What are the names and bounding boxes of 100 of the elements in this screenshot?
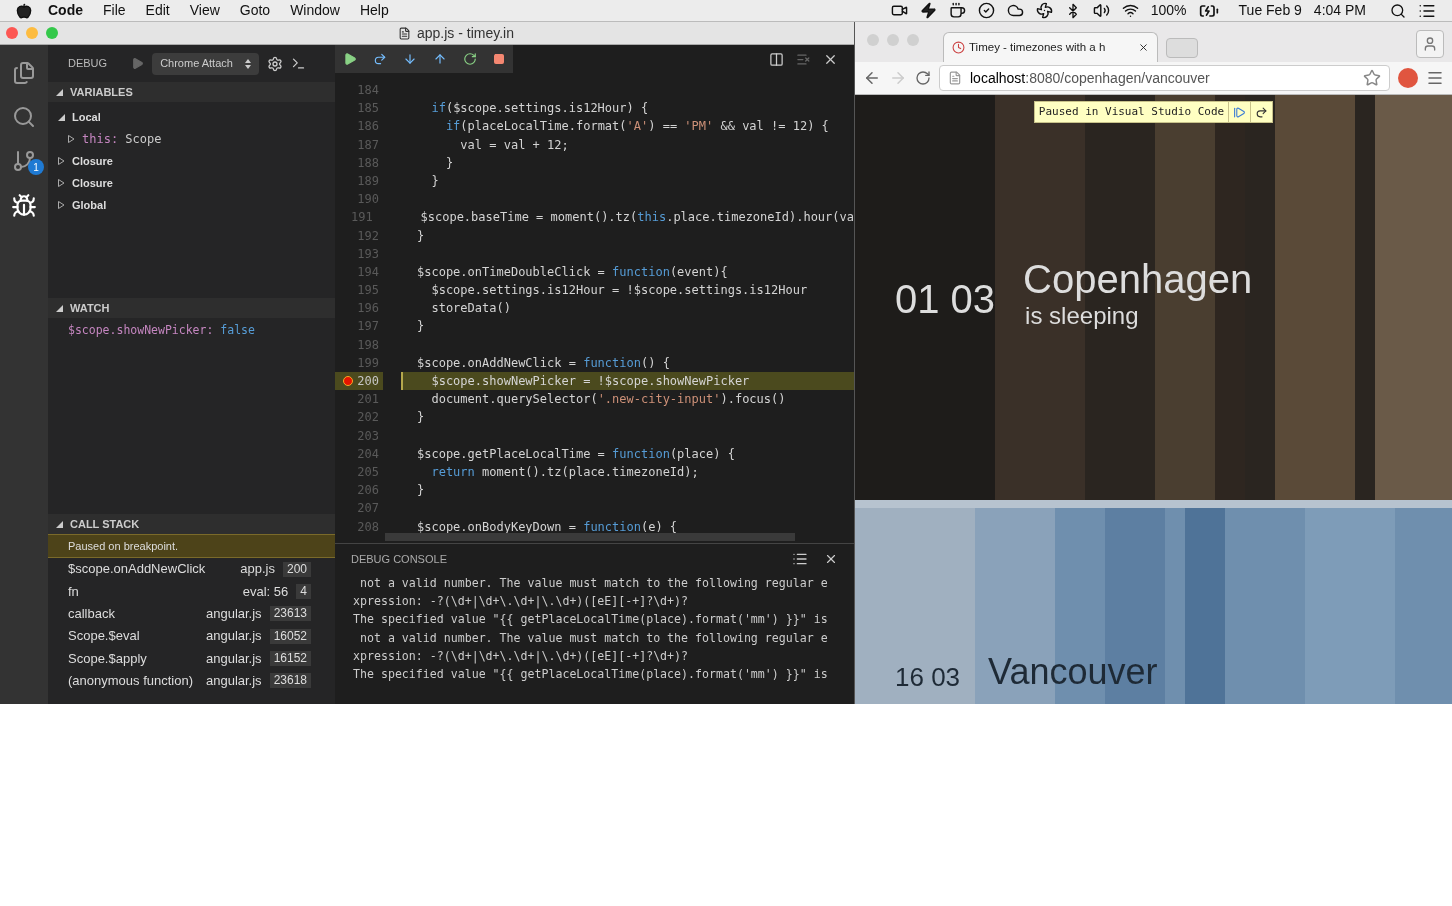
apple-icon[interactable] — [16, 2, 32, 19]
line-number: 207 — [356, 500, 380, 518]
tab-title: Timey - timezones with a h — [969, 39, 1107, 55]
line-number: 189 — [356, 172, 380, 190]
menu-item[interactable]: Edit — [145, 0, 170, 21]
settings-icon[interactable] — [266, 55, 283, 72]
line-number: 191 — [351, 209, 374, 227]
restart-icon[interactable] — [463, 52, 477, 66]
stack-frame[interactable]: $scope.onAddNewClick app.js 200 — [48, 558, 335, 581]
menu-item[interactable]: Goto — [239, 0, 271, 21]
continue-icon[interactable] — [343, 52, 357, 66]
window-title: app.js - timey.in — [417, 23, 514, 43]
files-icon[interactable] — [12, 61, 36, 85]
compare-icon[interactable] — [796, 51, 811, 67]
code-line: $scope.showNewPicker = !$scope.showNewPicker — [430, 373, 750, 390]
stack-frame[interactable]: callback angular.js 23613 — [48, 602, 335, 625]
line-number: 203 — [356, 427, 380, 445]
scope-label[interactable]: Closure — [72, 174, 113, 192]
split-editor-icon[interactable] — [769, 51, 784, 67]
code-line: if($scope.settings.is12Hour) { — [430, 100, 649, 118]
close-icon[interactable] — [1138, 42, 1149, 53]
code-line: $scope.onTimeDoubleClick = function(event){ — [416, 263, 728, 281]
fan-icon[interactable] — [1035, 2, 1053, 19]
variable-entry[interactable]: this: Scope — [82, 130, 162, 148]
line-number: 208 — [356, 518, 380, 533]
clear-console-icon[interactable] — [792, 551, 808, 567]
code-line: } — [444, 154, 454, 172]
menubar-date: Tue Feb 9 — [1238, 1, 1302, 20]
close-icon[interactable] — [824, 552, 838, 566]
stack-frame[interactable]: (anonymous function) angular.js 23618 — [48, 669, 335, 692]
paused-status: Paused on breakpoint. — [48, 534, 335, 558]
profile-button[interactable] — [1416, 30, 1444, 58]
menu-item[interactable]: Code — [48, 0, 83, 21]
code-line: return moment().tz(place.timezoneId); — [430, 463, 699, 481]
volume-icon[interactable] — [1092, 2, 1110, 19]
wifi-icon[interactable] — [1121, 2, 1139, 19]
code-line: storeData() — [430, 300, 511, 318]
check-icon[interactable] — [977, 2, 995, 19]
scope-label[interactable]: Closure — [72, 152, 113, 170]
line-number: 185 — [356, 100, 380, 118]
close-window-button[interactable] — [6, 27, 18, 39]
line-number: 204 — [356, 445, 380, 463]
stop-icon[interactable] — [493, 53, 505, 65]
watch-expression[interactable]: $scope.showNewPicker: false — [48, 320, 335, 342]
lightning-icon[interactable] — [919, 2, 937, 19]
console-line: not a valid number. The value must match to the following regular e — [358, 575, 829, 592]
section-header[interactable]: WATCH — [48, 298, 335, 318]
console-line: xpression: -?(\d+|\d+\.\d+|\.\d+)([eE][-+]?\d+)? — [353, 647, 690, 665]
line-number: 202 — [356, 409, 380, 427]
panel-title: DEBUG CONSOLE — [351, 551, 447, 567]
scope-label[interactable]: Local — [72, 108, 101, 126]
menu-icon[interactable] — [1426, 69, 1444, 87]
disclosure-triangle-icon[interactable] — [56, 520, 66, 528]
scope-label[interactable]: Global — [72, 196, 107, 214]
updown-arrows-icon — [244, 58, 251, 69]
line-number: 198 — [356, 336, 380, 354]
line-number: 188 — [356, 154, 380, 172]
console-line: The specified value "{{ getPlaceLocalTime(place).format('mm') }}" is — [353, 611, 829, 629]
step-into-icon[interactable] — [403, 52, 417, 66]
address-bar[interactable]: localhost:8080/copenhagen/vancouver — [939, 65, 1390, 91]
console-icon[interactable] — [290, 56, 306, 71]
menu-item[interactable]: File — [103, 0, 126, 21]
git-icon[interactable] — [12, 149, 36, 173]
line-number: 193 — [356, 245, 380, 263]
menu-item[interactable]: View — [189, 0, 220, 21]
breakpoint-icon[interactable] — [343, 376, 353, 387]
line-number: 184 — [356, 82, 380, 99]
section-header[interactable]: CALL STACK — [48, 514, 335, 534]
cup-icon[interactable] — [948, 2, 966, 19]
menubar-time: 4:04 PM — [1313, 1, 1366, 20]
code-line: } — [416, 318, 425, 336]
search-icon[interactable] — [1390, 2, 1406, 19]
line-number: 196 — [356, 300, 380, 318]
step-over-icon[interactable] — [373, 52, 387, 66]
line-number: 197 — [356, 318, 380, 336]
reload-icon[interactable] — [915, 70, 931, 86]
step-out-icon[interactable] — [433, 52, 447, 66]
person-icon — [1422, 36, 1438, 52]
menu-item[interactable]: Window — [290, 0, 340, 21]
stack-frame[interactable]: Scope.$apply angular.js 16152 — [48, 647, 335, 670]
stack-frame[interactable]: fn eval: 56 4 — [48, 580, 335, 603]
menu-item[interactable]: Help — [359, 0, 389, 21]
disclosure-triangle-icon[interactable] — [58, 113, 68, 121]
code-line: val = val + 12; — [459, 136, 569, 154]
line-number: 206 — [356, 482, 380, 500]
start-debugging-icon[interactable] — [131, 57, 145, 70]
disclosure-triangle-icon[interactable] — [56, 88, 66, 96]
disclosure-triangle-icon[interactable] — [56, 304, 66, 312]
line-number: 186 — [356, 118, 380, 136]
line-number: 187 — [356, 136, 380, 154]
extension-icon[interactable] — [1398, 68, 1418, 88]
back-icon[interactable] — [863, 69, 881, 87]
cloud-icon[interactable] — [1006, 2, 1024, 19]
stack-frame[interactable]: Scope.$eval angular.js 16052 — [48, 624, 335, 648]
configuration-select[interactable]: Chrome Attach — [152, 52, 259, 75]
section-header[interactable]: VARIABLES — [48, 82, 335, 102]
code-line: $scope.onAddNewClick = function() { — [416, 354, 670, 372]
debug-icon[interactable] — [11, 193, 37, 219]
browser-tab[interactable]: Timey - timezones with a h — [943, 32, 1158, 62]
line-number: 200 — [356, 373, 380, 390]
